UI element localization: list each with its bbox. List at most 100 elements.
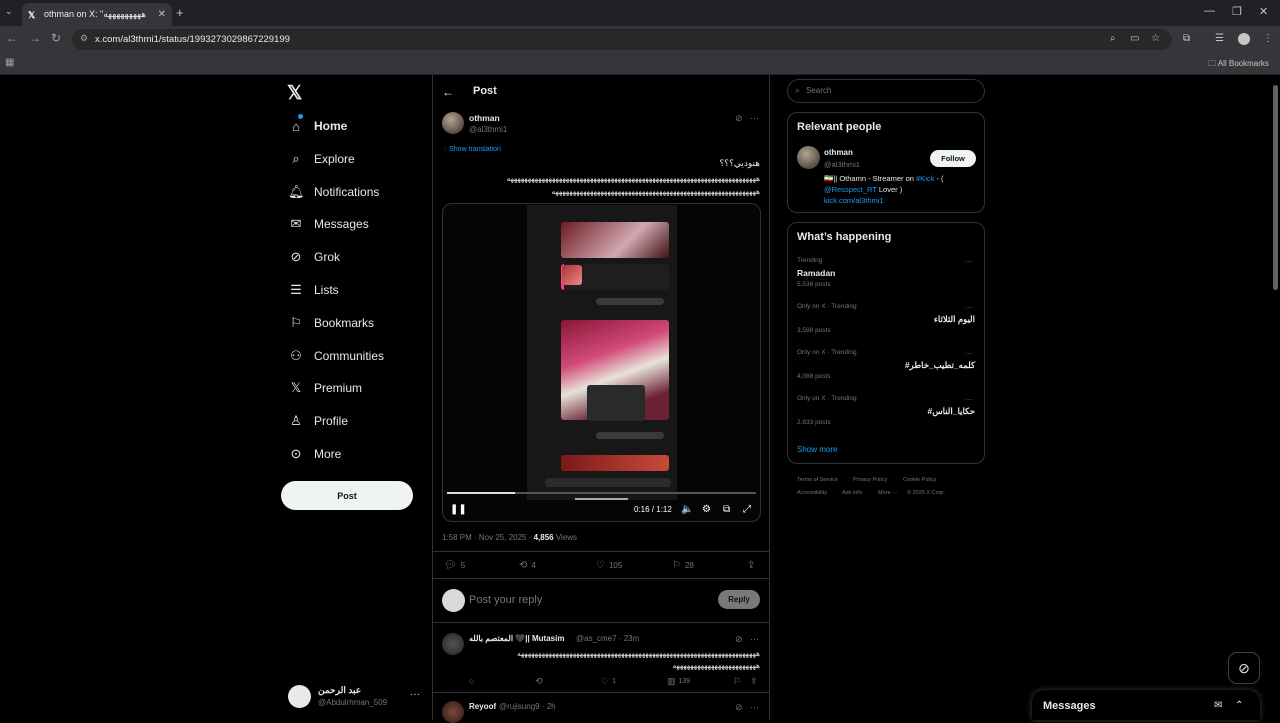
expand-icon[interactable]: ⌃: [1235, 700, 1243, 711]
messages-drawer-title[interactable]: Messages: [1043, 700, 1096, 712]
footer-link[interactable]: Privacy Policy: [853, 477, 887, 483]
trend-post-count[interactable]: 3,598 posts: [797, 327, 831, 334]
footer-link[interactable]: Cookie Policy: [903, 477, 936, 483]
nav-item-lists[interactable]: ☰ Lists: [288, 280, 339, 300]
volume-icon[interactable]: 🔈: [681, 504, 693, 515]
trend-context[interactable]: Trending: [797, 257, 822, 264]
install-icon[interactable]: ▭: [1130, 33, 1139, 44]
site-info-icon[interactable]: ⚙: [80, 33, 88, 44]
footer-link[interactable]: Accessibility: [797, 490, 827, 496]
pip-icon[interactable]: ⧉: [723, 504, 730, 515]
minimize-icon[interactable]: —: [1204, 5, 1215, 17]
more-icon[interactable]: ···: [965, 349, 973, 358]
all-bookmarks[interactable]: 🗀 All Bookmarks: [1208, 58, 1269, 72]
grok-floating-button[interactable]: ⊘: [1228, 652, 1260, 684]
pause-icon[interactable]: ❚❚: [450, 504, 467, 515]
reply-author-name[interactable]: المعتصم بالله 🖤|| Mutasim: [469, 634, 564, 643]
more-icon[interactable]: ···: [750, 702, 759, 712]
reply-author-handle[interactable]: @as_cme7 · 23m: [576, 634, 639, 643]
footer-link[interactable]: More ···: [878, 490, 898, 496]
x-logo-icon[interactable]: 𝕏: [287, 82, 302, 105]
trend-post-count[interactable]: 5,536 posts: [797, 281, 831, 288]
person-avatar[interactable]: [797, 146, 820, 169]
settings-icon[interactable]: ⚙: [702, 504, 711, 515]
reply-action[interactable]: 💬︎ 5: [444, 560, 465, 571]
extensions-icon[interactable]: ⧉: [1183, 33, 1190, 44]
scrollbar-thumb[interactable]: [1273, 85, 1278, 290]
more-icon[interactable]: ···: [965, 303, 973, 312]
nav-item-bookmarks[interactable]: ⚐ Bookmarks: [288, 313, 374, 333]
bio-url-link[interactable]: kick.com/al3thmi1: [824, 196, 884, 205]
trend-context[interactable]: Only on X · Trending: [797, 349, 857, 356]
trend-post-count[interactable]: 4,088 posts: [797, 373, 831, 380]
new-tab-icon[interactable]: +: [176, 5, 184, 20]
trend-name[interactable]: Ramadan: [797, 268, 975, 278]
nav-item-home[interactable]: ⌂ Home: [288, 116, 347, 136]
reply-views-action[interactable]: ▥ 139: [667, 676, 690, 687]
person-name[interactable]: othman: [824, 148, 853, 157]
back-icon[interactable]: ←: [6, 31, 18, 45]
forward-icon[interactable]: →: [29, 31, 41, 45]
nav-item-messages[interactable]: ✉ Messages: [288, 214, 369, 234]
back-arrow-icon[interactable]: ←: [442, 85, 454, 99]
trend-context[interactable]: Only on X · Trending: [797, 395, 857, 402]
tab-search-icon[interactable]: ⌄: [5, 6, 13, 17]
post-time[interactable]: 1:58 PM · Nov 25, 2025 ·: [442, 533, 534, 542]
trend-name[interactable]: اليوم الثلاثاء: [797, 314, 975, 325]
nav-item-profile[interactable]: ♙ Profile: [288, 411, 348, 431]
more-icon[interactable]: ···: [750, 634, 759, 644]
fullscreen-icon[interactable]: ⤢: [743, 504, 751, 515]
browser-tab[interactable]: 𝕏 othman on X: "هههههههههه ✕: [22, 3, 172, 26]
star-icon[interactable]: ☆: [1151, 33, 1160, 44]
author-avatar[interactable]: [442, 112, 464, 134]
grok-icon[interactable]: ⊘: [735, 702, 743, 712]
reply-bookmark-action[interactable]: ⚐: [733, 676, 744, 687]
trend-post-count[interactable]: 2,833 posts: [797, 419, 831, 426]
new-message-icon[interactable]: ✉: [1214, 700, 1222, 711]
reload-icon[interactable]: ↻: [51, 31, 61, 45]
post-button[interactable]: Post: [281, 481, 413, 510]
account-avatar[interactable]: [288, 685, 311, 708]
reply-repost-action[interactable]: ⟲: [535, 676, 546, 687]
reply-author-handle[interactable]: @rujisung9 · 2h: [499, 702, 556, 711]
footer-link[interactable]: Terms of Service: [797, 477, 838, 483]
nav-item-communities[interactable]: ⚇ Communities: [288, 346, 384, 366]
trend-name[interactable]: #كلمه_تطيب_خاطر: [797, 360, 975, 371]
search-input[interactable]: Search: [806, 86, 831, 95]
nav-item-premium[interactable]: 𝕏 Premium: [288, 378, 362, 398]
apps-grid-icon[interactable]: ▦: [5, 57, 14, 68]
close-tab-icon[interactable]: ✕: [158, 9, 166, 20]
close-window-icon[interactable]: ✕: [1259, 5, 1268, 18]
reply-share-action[interactable]: ⇪: [750, 676, 761, 687]
more-icon[interactable]: ···: [410, 689, 420, 700]
more-icon[interactable]: ···: [965, 257, 973, 266]
footer-link[interactable]: © 2025 X Corp.: [907, 490, 945, 496]
reply-button[interactable]: Reply: [718, 590, 760, 609]
grok-icon[interactable]: ⊘: [735, 634, 743, 644]
person-handle[interactable]: @al3thmi1: [824, 160, 860, 169]
show-more-link[interactable]: Show more: [797, 445, 837, 454]
chrome-menu-icon[interactable]: ⋮: [1263, 33, 1273, 44]
author-handle[interactable]: @al3thmi1: [469, 125, 507, 134]
maximize-icon[interactable]: ❐: [1232, 5, 1242, 18]
nav-item-notifications[interactable]: 🔔︎ Notifications: [288, 182, 379, 202]
zoom-icon[interactable]: ⌕: [1110, 33, 1116, 44]
media-icon[interactable]: ☰: [1215, 33, 1224, 44]
reply-author-name[interactable]: Reyoof: [469, 702, 496, 711]
trend-name[interactable]: #حكايا_الناس: [797, 406, 975, 417]
share-action[interactable]: ⇪: [747, 560, 759, 571]
show-translation-link[interactable]: ◌ Show translation: [443, 146, 501, 153]
profile-avatar-icon[interactable]: [1238, 33, 1250, 45]
like-action[interactable]: ♡ 105: [596, 560, 622, 571]
reply-like-action[interactable]: ♡ 1: [601, 676, 616, 687]
footer-link[interactable]: Ads info: [842, 490, 862, 496]
bookmark-action[interactable]: ⚐ 28: [672, 560, 694, 571]
nav-item-explore[interactable]: ⌕ Explore: [288, 149, 354, 169]
bio-hashtag-link[interactable]: #Kick: [916, 174, 934, 183]
nav-item-grok[interactable]: ⊘ Grok: [288, 247, 340, 267]
grok-icon[interactable]: ⊘: [735, 113, 743, 123]
nav-item-more[interactable]: ⊙ More: [288, 444, 342, 464]
reply-reply-action[interactable]: ○: [469, 676, 477, 686]
follow-button[interactable]: Follow: [930, 150, 976, 167]
bio-mention-link[interactable]: @Resspect_RT: [824, 185, 877, 194]
